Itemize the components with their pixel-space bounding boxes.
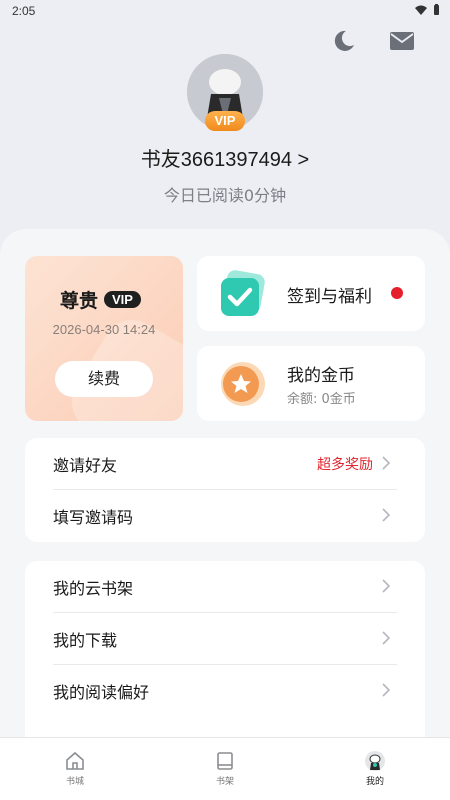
status-bar: 2:05 xyxy=(0,0,450,22)
checkin-label: 签到与福利 xyxy=(287,287,372,307)
downloads-row[interactable]: 我的下载 xyxy=(53,613,397,665)
nav-label: 书城 xyxy=(65,777,84,787)
reward-hint: 超多奖励 xyxy=(317,456,373,473)
vip-card[interactable]: 尊贵 VIP 2026-04-30 14:24 续费 xyxy=(25,256,183,421)
vip-title: 尊贵 VIP xyxy=(60,286,141,313)
chevron-right-icon xyxy=(382,456,391,470)
vip-pill: VIP xyxy=(104,291,141,308)
coins-card[interactable]: 我的金币 余额: 0金币 xyxy=(197,346,425,421)
nav-bookshelf[interactable]: 书架 xyxy=(150,738,300,800)
nav-profile[interactable]: 我的 xyxy=(300,738,450,800)
avatar-vip-badge: VIP xyxy=(205,111,245,131)
moon-icon xyxy=(334,30,354,51)
row-label: 邀请好友 xyxy=(53,455,118,475)
today-read-time: 今日已阅读0分钟 xyxy=(163,186,287,205)
bottom-nav: 书城 书架 我的 xyxy=(0,737,450,800)
status-time: 2:05 xyxy=(12,4,36,18)
menu-list: 我的云书架 我的下载 我的阅读偏好 xyxy=(25,561,425,737)
nav-bookstore[interactable]: 书城 xyxy=(0,738,150,800)
cloud-bookshelf-row[interactable]: 我的云书架 xyxy=(53,561,397,613)
messages-button[interactable] xyxy=(389,28,415,54)
row-label: 我的下载 xyxy=(53,630,118,650)
coins-label: 我的金币 xyxy=(287,366,355,386)
chevron-right-icon xyxy=(382,508,391,522)
chevron-right-icon xyxy=(382,683,391,697)
username-link[interactable]: 书友3661397494 > xyxy=(0,143,450,172)
book-icon xyxy=(217,752,233,770)
renew-button[interactable]: 续费 xyxy=(55,361,153,397)
coins-balance: 余额: 0金币 xyxy=(287,392,356,407)
vip-expire-date: 2026-04-30 14:24 xyxy=(52,322,156,337)
checkin-icon xyxy=(219,270,267,318)
wifi-icon xyxy=(415,5,427,15)
enter-invite-code-row[interactable]: 填写邀请码 xyxy=(53,490,397,542)
status-icons xyxy=(415,4,440,15)
coin-icon xyxy=(219,360,267,408)
profile-icon xyxy=(365,751,385,771)
row-label: 填写邀请码 xyxy=(53,508,134,527)
vip-title-text: 尊贵 xyxy=(60,290,99,312)
checkin-card[interactable]: 签到与福利 xyxy=(197,256,425,331)
row-label: 我的云书架 xyxy=(53,578,134,598)
invite-friends-row[interactable]: 邀请好友 超多奖励 xyxy=(53,438,397,490)
nav-label: 书架 xyxy=(215,777,234,787)
battery-icon xyxy=(434,4,439,15)
home-icon xyxy=(66,751,84,770)
invite-list: 邀请好友 超多奖励 填写邀请码 xyxy=(25,438,425,542)
chevron-right-icon xyxy=(382,631,391,645)
notification-dot xyxy=(391,287,403,299)
row-label: 我的阅读偏好 xyxy=(53,683,150,702)
mail-icon xyxy=(390,32,414,50)
nav-label: 我的 xyxy=(365,777,384,787)
chevron-right-icon xyxy=(382,579,391,593)
night-mode-button[interactable] xyxy=(331,28,357,54)
reading-preferences-row[interactable]: 我的阅读偏好 xyxy=(53,665,397,717)
